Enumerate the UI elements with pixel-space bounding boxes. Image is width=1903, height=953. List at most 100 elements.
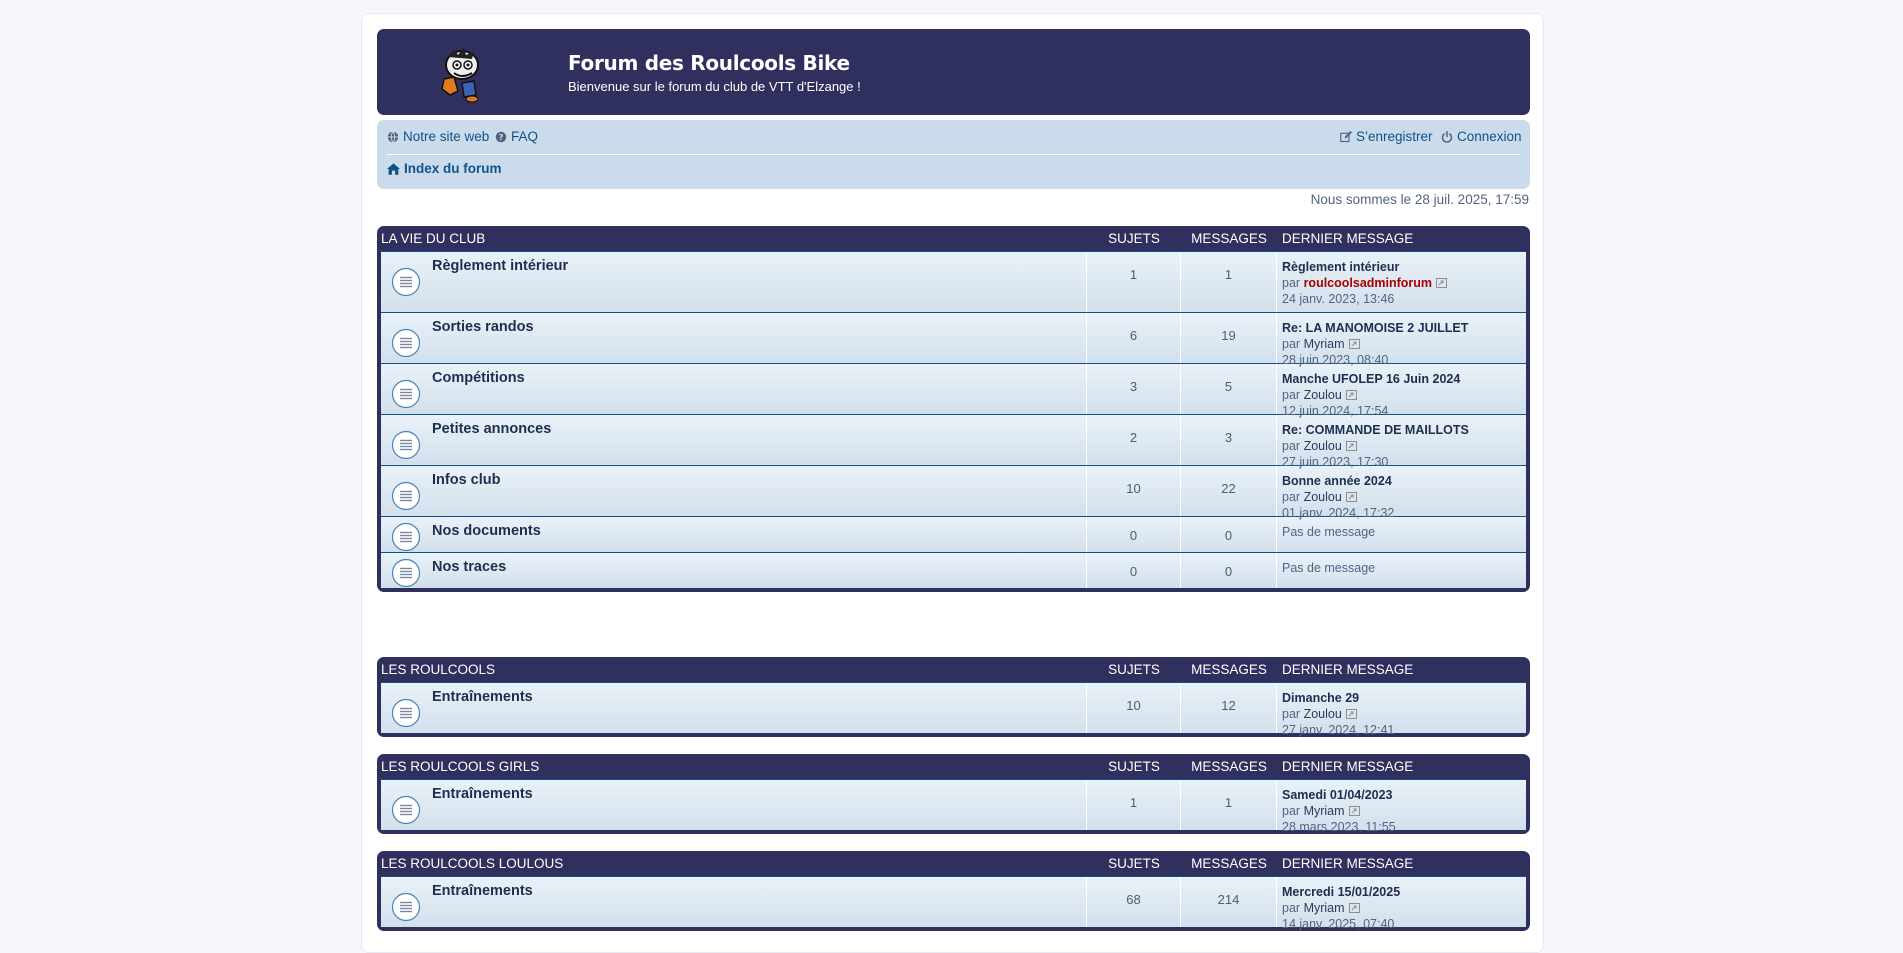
forum-title-cell: Entraînements — [381, 683, 1087, 733]
nav-divider — [387, 154, 1520, 155]
topics-count: 10 — [1087, 683, 1181, 733]
topics-column-header: SUJETS — [1108, 856, 1160, 871]
forum-read-icon — [391, 328, 421, 358]
category-title[interactable]: LES ROULCOOLS — [381, 662, 1087, 677]
last-post-link[interactable]: Manche UFOLEP 16 Juin 2024 — [1282, 372, 1460, 386]
view-latest-post-icon[interactable] — [1348, 806, 1360, 816]
forum-link[interactable]: Nos documents — [432, 523, 541, 539]
last-post-author-line: par Zoulou — [1282, 707, 1357, 721]
last-post-author-line: par Zoulou — [1282, 439, 1357, 453]
last-post-cell: Samedi 01/04/2023 par Myriam 28 mars 202… — [1277, 780, 1526, 834]
website-link[interactable]: Notre site web — [387, 129, 489, 144]
last-post-author[interactable]: Myriam — [1304, 901, 1345, 915]
last-post-column-header: DERNIER MESSAGE — [1282, 231, 1414, 246]
last-post-link[interactable]: Mercredi 15/01/2025 — [1282, 885, 1400, 899]
posts-count: 214 — [1181, 877, 1277, 927]
category-header: LES ROULCOOLS SUJETS MESSAGES DERNIER ME… — [381, 657, 1526, 682]
site-description: Bienvenue sur le forum du club de VTT d'… — [568, 79, 861, 94]
last-post-author[interactable]: Zoulou — [1304, 388, 1342, 402]
forum-title-cell: Petites annonces — [381, 415, 1087, 465]
forum-link[interactable]: Infos club — [432, 472, 500, 488]
no-message-text: Pas de message — [1282, 561, 1376, 575]
last-post-cell: Mercredi 15/01/2025 par Myriam 14 janv. … — [1277, 877, 1526, 931]
forum-read-icon — [391, 481, 421, 511]
by-prefix: par — [1282, 388, 1301, 402]
last-post-column-header: DERNIER MESSAGE — [1282, 662, 1414, 677]
category-header: LES ROULCOOLS GIRLS SUJETS MESSAGES DERN… — [381, 754, 1526, 779]
posts-count: 1 — [1181, 780, 1277, 830]
category-title[interactable]: LES ROULCOOLS GIRLS — [381, 759, 1087, 774]
last-post-author[interactable]: Zoulou — [1304, 707, 1342, 721]
forum-row: Entraînements 68 214 Mercredi 15/01/2025… — [381, 876, 1526, 931]
last-post-author[interactable]: Myriam — [1304, 804, 1345, 818]
forum-link[interactable]: Sorties randos — [432, 319, 534, 335]
question-circle-icon: ? — [495, 131, 507, 142]
last-post-link[interactable]: Re: COMMANDE DE MAILLOTS — [1282, 423, 1469, 437]
view-latest-post-icon[interactable] — [1348, 903, 1360, 913]
last-post-author[interactable]: roulcoolsadminforum — [1304, 276, 1432, 290]
forum-read-icon — [391, 267, 421, 297]
last-post-link[interactable]: Bonne année 2024 — [1282, 474, 1392, 488]
view-latest-post-icon[interactable] — [1345, 492, 1357, 502]
view-latest-post-icon[interactable] — [1345, 441, 1357, 451]
forum-row: Nos traces 0 0 Pas de message — [381, 552, 1526, 588]
last-post-author-line: par Myriam — [1282, 337, 1360, 351]
forum-link[interactable]: Règlement intérieur — [432, 258, 568, 274]
last-post-link[interactable]: Samedi 01/04/2023 — [1282, 788, 1393, 802]
forum-link[interactable]: Compétitions — [432, 370, 525, 386]
forum-title-cell: Nos traces — [381, 553, 1087, 588]
forum-link[interactable]: Entraînements — [432, 689, 533, 705]
forum-link[interactable]: Petites annonces — [432, 421, 551, 437]
last-post-cell: Dimanche 29 par Zoulou 27 janv. 2024, 12… — [1277, 683, 1526, 737]
last-post-author[interactable]: Myriam — [1304, 337, 1345, 351]
last-post-link[interactable]: Règlement intérieur — [1282, 260, 1399, 274]
header-bar: Forum des Roulcools Bike Bienvenue sur l… — [377, 29, 1530, 115]
forum-row: Nos documents 0 0 Pas de message — [381, 516, 1526, 552]
last-post-cell: Pas de message — [1277, 553, 1526, 588]
posts-count: 0 — [1181, 553, 1277, 588]
topics-count: 10 — [1087, 466, 1181, 516]
forum-read-icon — [391, 522, 421, 552]
last-post-author[interactable]: Zoulou — [1304, 490, 1342, 504]
site-logo[interactable] — [432, 43, 492, 103]
category-title[interactable]: LA VIE DU CLUB — [381, 231, 1087, 246]
edit-icon — [1340, 130, 1352, 142]
forum-title-cell: Entraînements — [381, 780, 1087, 830]
last-post-link[interactable]: Re: LA MANOMOISE 2 JUILLET — [1282, 321, 1468, 335]
forum-row: Sorties randos 6 19 Re: LA MANOMOISE 2 J… — [381, 312, 1526, 367]
posts-count: 0 — [1181, 517, 1277, 552]
category-title[interactable]: LES ROULCOOLS LOULOUS — [381, 856, 1087, 871]
faq-link-label: FAQ — [511, 129, 539, 144]
topics-count: 1 — [1087, 780, 1181, 830]
faq-link[interactable]: ? FAQ — [495, 129, 538, 144]
breadcrumb-forum-index[interactable]: Index du forum — [387, 161, 502, 176]
posts-count: 19 — [1181, 313, 1277, 363]
last-post-date: 27 janv. 2024, 12:41 — [1282, 723, 1395, 737]
view-latest-post-icon[interactable] — [1436, 278, 1448, 288]
last-post-date: 24 janv. 2023, 13:46 — [1282, 292, 1395, 306]
login-link[interactable]: Connexion — [1441, 129, 1522, 144]
posts-count: 5 — [1181, 364, 1277, 414]
view-latest-post-icon[interactable] — [1345, 709, 1357, 719]
by-prefix: par — [1282, 901, 1301, 915]
forum-title-cell: Nos documents — [381, 517, 1087, 552]
register-link[interactable]: S’enregistrer — [1340, 129, 1433, 144]
forum-title-cell: Compétitions — [381, 364, 1087, 414]
last-post-cell: Re: COMMANDE DE MAILLOTS par Zoulou 27 j… — [1277, 415, 1526, 469]
last-post-cell: Manche UFOLEP 16 Juin 2024 par Zoulou 12… — [1277, 364, 1526, 418]
last-post-link[interactable]: Dimanche 29 — [1282, 691, 1359, 705]
home-icon — [387, 162, 400, 175]
forum-link[interactable]: Nos traces — [432, 559, 506, 575]
last-post-column-header: DERNIER MESSAGE — [1282, 759, 1414, 774]
last-post-author[interactable]: Zoulou — [1304, 439, 1342, 453]
forum-link[interactable]: Entraînements — [432, 786, 533, 802]
topics-count: 68 — [1087, 877, 1181, 927]
forum-row: Infos club 10 22 Bonne année 2024 par Zo… — [381, 465, 1526, 520]
view-latest-post-icon[interactable] — [1348, 339, 1360, 349]
forum-link[interactable]: Entraînements — [432, 883, 533, 899]
topics-count: 6 — [1087, 313, 1181, 363]
view-latest-post-icon[interactable] — [1345, 390, 1357, 400]
last-post-author-line: par roulcoolsadminforum — [1282, 276, 1448, 290]
forum-read-icon — [391, 795, 421, 825]
posts-column-header: MESSAGES — [1191, 231, 1267, 246]
